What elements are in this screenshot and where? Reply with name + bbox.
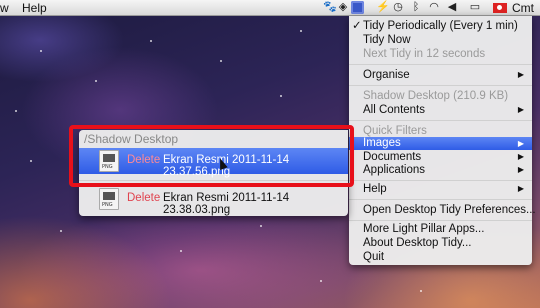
- battery-icon[interactable]: ▭: [465, 2, 485, 13]
- menu-item-quit[interactable]: Quit: [349, 250, 532, 264]
- menu-separator: [349, 64, 532, 65]
- menu-item-about[interactable]: About Desktop Tidy...: [349, 236, 532, 250]
- menu-window-partial[interactable]: w: [0, 1, 9, 15]
- menu-item-tidy-now[interactable]: Tidy Now: [349, 33, 532, 47]
- menu-separator: [349, 199, 532, 200]
- wifi-icon[interactable]: ◠: [428, 2, 440, 13]
- check-mark-icon: ✓: [352, 20, 362, 32]
- menu-item-images[interactable]: Images ▶: [349, 137, 532, 150]
- menu-item-shadow-desktop: Shadow Desktop (210.9 KB): [363, 90, 509, 102]
- user-name[interactable]: Cmt: [512, 1, 534, 15]
- submenu-arrow-icon: ▶: [517, 184, 524, 193]
- file-row[interactable]: PNG Delete Ekran Resmi 2011-11-14 23.38.…: [79, 186, 348, 216]
- submenu-arrow-icon: ▶: [517, 70, 524, 79]
- menu-item-help[interactable]: Help ▶: [349, 182, 532, 196]
- submenu-arrow-icon: ▶: [517, 139, 524, 148]
- time-machine-icon[interactable]: ◷: [392, 2, 404, 13]
- png-file-icon: PNG: [99, 188, 119, 210]
- submenu-arrow-icon: ▶: [517, 105, 524, 114]
- menu-separator: [349, 85, 532, 86]
- menu-item-organise[interactable]: Organise ▶: [349, 68, 532, 82]
- file-name: Ekran Resmi 2011-11-14 23.38.03.png: [163, 192, 290, 216]
- menu-help[interactable]: Help: [22, 1, 47, 15]
- menu-item-preferences[interactable]: Open Desktop Tidy Preferences...: [349, 203, 536, 217]
- menu-item-documents[interactable]: Documents ▶: [349, 150, 532, 164]
- menu-separator: [349, 220, 532, 221]
- desktop-tidy-menu: ✓ Tidy Periodically (Every 1 min) Tidy N…: [349, 16, 536, 265]
- lightning-icon[interactable]: ⚡: [376, 2, 390, 13]
- menu-item-applications[interactable]: Applications ▶: [349, 163, 532, 177]
- shield-icon[interactable]: ◈: [337, 2, 349, 13]
- menu-bar: w Help 🐾 ◈ ⚡ ◷ ᛒ ◠ ◀ ▭ Cmt: [0, 0, 540, 16]
- submenu-arrow-icon: ▶: [517, 165, 524, 174]
- submenu-arrow-icon: ▶: [517, 152, 524, 161]
- menu-item-tidy-periodically[interactable]: ✓ Tidy Periodically (Every 1 min): [349, 19, 532, 33]
- bluetooth-icon[interactable]: ᛒ: [410, 2, 422, 13]
- annotation-highlight-box: [69, 125, 354, 187]
- menu-item-more-apps[interactable]: More Light Pillar Apps...: [349, 222, 532, 236]
- menu-item-next-tidy: Next Tidy in 12 seconds: [363, 48, 486, 60]
- menu-separator: [349, 180, 532, 181]
- menu-separator: [349, 120, 532, 121]
- desktop-tidy-icon[interactable]: [351, 1, 364, 14]
- delete-action[interactable]: Delete: [127, 192, 160, 204]
- menu-item-quick-filters: Quick Filters: [363, 125, 427, 137]
- input-source-flag-icon[interactable]: [493, 3, 507, 13]
- volume-icon[interactable]: ◀: [446, 2, 458, 13]
- paw-icon[interactable]: 🐾: [323, 2, 337, 13]
- menu-item-all-contents[interactable]: All Contents ▶: [349, 103, 532, 117]
